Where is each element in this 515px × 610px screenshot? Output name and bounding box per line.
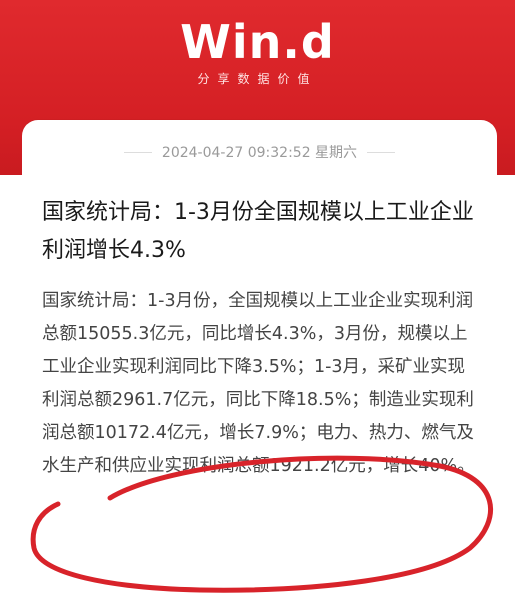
- publish-timestamp: 2024-04-27 09:32:52 星期六: [161, 145, 358, 161]
- timestamp-row: 2024-04-27 09:32:52 星期六: [22, 142, 497, 162]
- divider-left: [123, 151, 152, 153]
- brand-slogan: 分享数据价值: [197, 72, 318, 86]
- wind-logo: Win.d: [180, 15, 335, 69]
- news-card: 2024-04-27 09:32:52 星期六 国家统计局：1-3月份全国规模以…: [22, 120, 497, 610]
- logo-container: Win.d: [0, 14, 515, 70]
- divider-right: [367, 151, 396, 153]
- article-title: 国家统计局：1-3月份全国规模以上工业企业利润增长4.3%: [42, 200, 474, 263]
- article-body: 国家统计局：1-3月份，全国规模以上工业企业实现利润总额15055.3亿元，同比…: [42, 291, 475, 476]
